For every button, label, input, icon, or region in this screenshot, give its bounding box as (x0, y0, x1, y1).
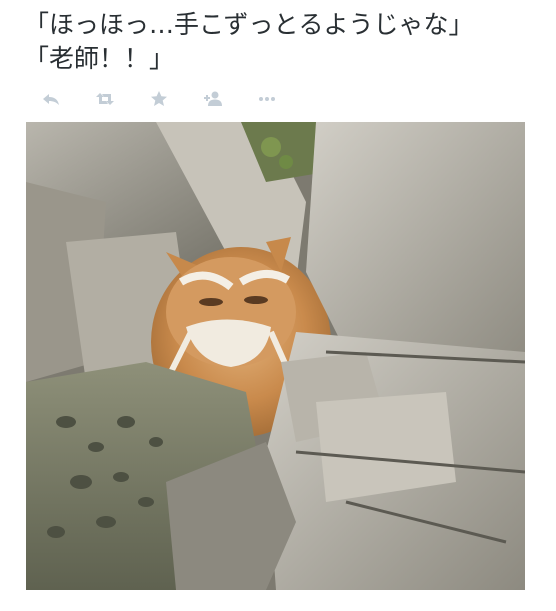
follow-button[interactable] (186, 84, 240, 114)
reply-icon (43, 94, 59, 105)
tweet-text-line-2: 「老師！！」 (24, 44, 175, 73)
tweet-actions (24, 84, 294, 114)
retweet-icon (96, 93, 114, 105)
longhair-cat-among-rocks-icon (26, 122, 525, 590)
more-icon (259, 97, 275, 101)
tweet-text: 「ほっほっ…手こずっとるようじゃな」 「老師！！」 (24, 8, 544, 76)
add-user-icon (204, 91, 222, 106)
reply-button[interactable] (24, 84, 78, 114)
tweet-text-line-1: 「ほっほっ…手こずっとるようじゃな」 (24, 10, 474, 39)
tweet-photo[interactable] (26, 122, 525, 590)
star-icon (151, 91, 167, 106)
more-button[interactable] (240, 84, 294, 114)
retweet-button[interactable] (78, 84, 132, 114)
favorite-button[interactable] (132, 84, 186, 114)
